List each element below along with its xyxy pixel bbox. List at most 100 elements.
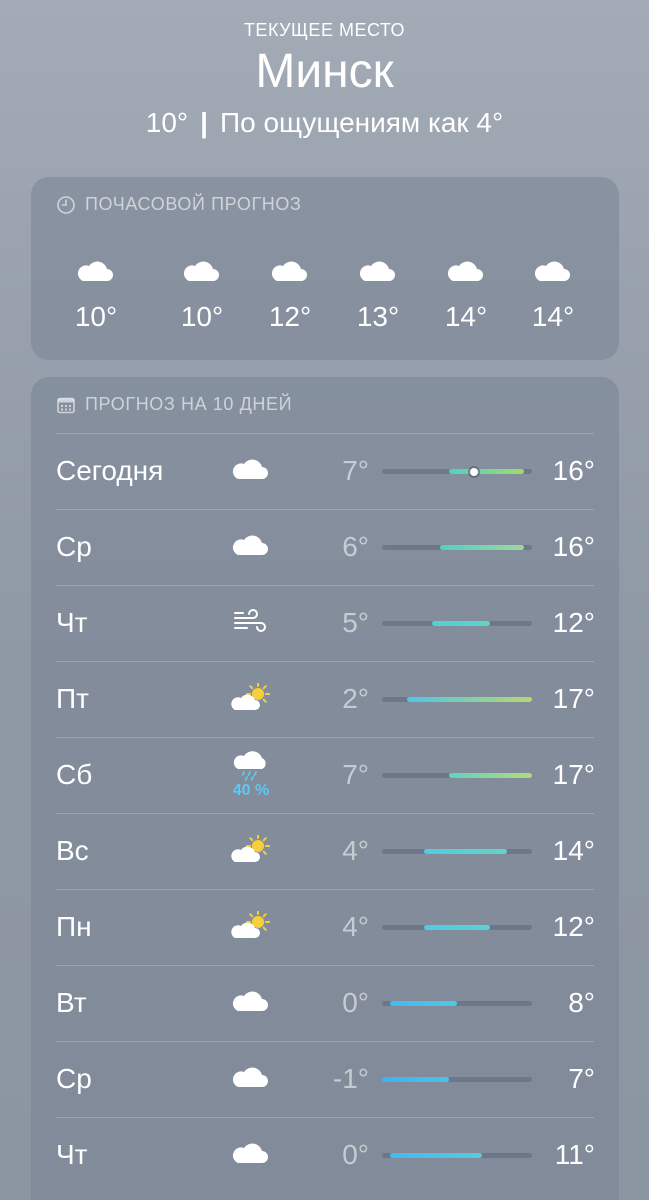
high-temperature: 16° [552,531,595,562]
temperature-range-bar [382,1001,532,1006]
cloud-icon [232,459,268,479]
hourly-icon-wrap [250,257,330,287]
day-label: Сегодня [56,455,164,486]
low-temperature: 0° [342,1139,369,1170]
daily-row[interactable]: Пн 4° 12° [31,889,619,965]
cloud-icon [183,261,219,281]
hourly-temperature: 12° [268,301,312,332]
high-temperature: 14° [552,835,595,866]
temperature-range-bar [382,545,532,550]
day-label: Пт [56,683,89,714]
daily-row[interactable]: Ср 6° 16° [31,509,619,585]
day-icon-wrap [224,1131,278,1177]
hourly-temperature: 14° [531,301,575,332]
cloud-icon [77,261,113,281]
high-temperature: 16° [552,455,595,486]
temperature-range-bar [382,849,532,854]
partly-sunny-icon [231,835,270,862]
day-label: Вс [56,835,89,866]
wind-icon [234,609,266,632]
hourly-forecast-card[interactable]: ПОЧАСОВОЙ ПРОГНОЗ 10° 10° 12° 13° 14° 14° [31,177,619,360]
day-icon-wrap [224,827,278,873]
hourly-icon-wrap [338,257,418,287]
hourly-item: 14° [426,257,506,333]
high-temperature: 11° [554,1139,595,1170]
high-temperature: 17° [552,759,595,790]
hourly-temperature: 13° [356,301,400,332]
hourly-temperature: 10° [74,301,118,332]
partly-sunny-icon [231,911,270,938]
cloud-icon [534,261,570,281]
partly-sunny-icon [231,683,270,710]
hourly-item: 13° [338,257,418,333]
hourly-icon-wrap [426,257,506,287]
feels-like: По ощущениям как 4° [219,107,504,138]
temperature-range-fill [382,1077,449,1082]
cloud-icon [232,1067,268,1087]
high-temperature: 7° [568,1063,595,1094]
low-temperature: 5° [342,607,369,638]
hourly-icon-wrap [162,257,242,287]
daily-row[interactable]: Чт 5° 12° [31,585,619,661]
low-temperature: 0° [342,987,369,1018]
temperature-range-fill [448,469,524,474]
high-temperature: 8° [568,987,595,1018]
temperature-range-bar [382,697,532,702]
calendar-icon [57,397,75,413]
daily-row[interactable]: Вт 0° 8° [31,965,619,1041]
temperature-range-bar [382,1153,532,1158]
hourly-forecast-title: ПОЧАСОВОЙ ПРОГНОЗ [56,194,301,215]
daily-forecast-title: ПРОГНОЗ НА 10 ДНЕЙ [56,394,292,415]
hourly-icon-wrap [56,257,136,287]
cloud-icon [447,261,483,281]
temperature-range-bar [382,773,532,778]
city-name: Минск [255,45,394,98]
current-temperature: 10° [145,107,189,138]
high-temperature: 17° [552,683,595,714]
current-conditions: 10° | По ощущениям как 4° [0,106,649,140]
temperature-range-bar [382,467,532,476]
hourly-item: 10° [162,257,242,333]
low-temperature: 4° [342,835,369,866]
daily-forecast-card[interactable]: ПРОГНОЗ НА 10 ДНЕЙ Сегодня 7° 16° Ср 6° 16° Чт… [31,377,619,1200]
day-label: Вт [56,987,87,1018]
day-label: Чт [56,607,88,638]
daily-title-text: ПРОГНОЗ НА 10 ДНЕЙ [85,394,293,414]
temperature-range-fill [423,925,491,930]
temperature-range-fill [432,621,491,626]
temperature-range-fill [423,849,507,854]
day-icon-wrap [224,599,278,645]
low-temperature: 7° [342,455,369,486]
hourly-item: 14° [513,257,593,333]
daily-row[interactable]: Сегодня 7° 16° [31,433,619,509]
cloud-icon [232,991,268,1011]
day-label: Чт [56,1139,88,1170]
day-label: Ср [56,1063,92,1094]
day-label: Ср [56,531,92,562]
daily-row[interactable]: Сб 40 % 7° 17° [31,737,619,813]
low-temperature: 2° [342,683,369,714]
day-icon-wrap [224,979,278,1025]
day-icon-wrap: 40 % [224,745,278,805]
temperature-range-fill [390,1153,482,1158]
daily-row[interactable]: Ср -1° 7° [31,1041,619,1117]
temperature-range-bar [382,621,532,626]
daily-row[interactable]: Чт 0° 11° [31,1117,619,1193]
hourly-temperature: 14° [444,301,488,332]
temperature-range-fill [407,697,532,702]
hourly-title-text: ПОЧАСОВОЙ ПРОГНОЗ [85,194,302,214]
low-temperature: 4° [342,911,369,942]
day-icon-wrap [224,1055,278,1101]
temperature-range-bar [382,925,532,930]
location-label: ТЕКУЩЕЕ МЕСТО [243,20,406,40]
separator: | [200,107,208,138]
low-temperature: 7° [342,759,369,790]
daily-row[interactable]: Пт 2° 17° [31,661,619,737]
rain-cloud-icon [233,751,266,781]
temperature-range-fill [390,1001,457,1006]
daily-row[interactable]: Вс 4° 14° [31,813,619,889]
hourly-temperature: 10° [180,301,224,332]
day-icon-wrap [224,523,278,569]
cloud-icon [359,261,395,281]
cloud-icon [232,1143,268,1163]
